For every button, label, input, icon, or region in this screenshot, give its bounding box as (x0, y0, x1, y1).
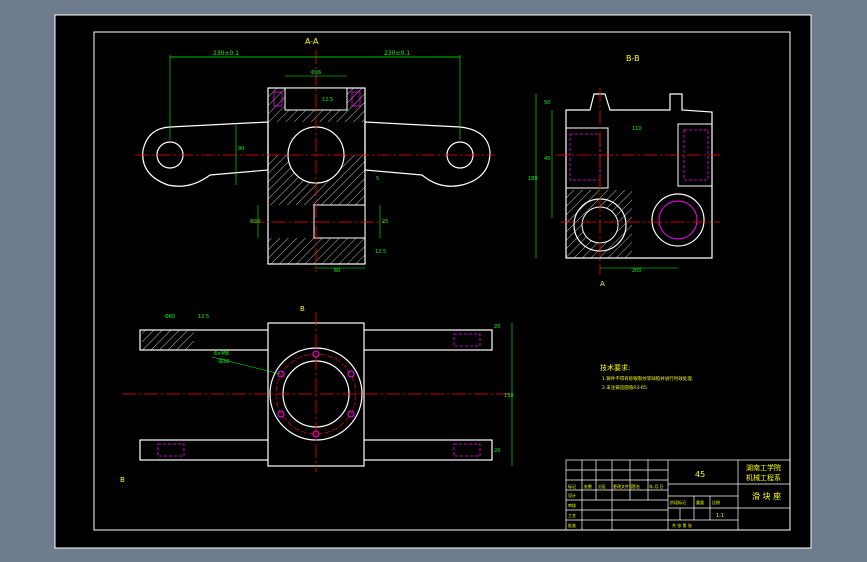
dim-bb-left-text: 45 (544, 156, 550, 162)
dim-height-text: 90 (238, 146, 244, 152)
title-block-row-0: 设计 (568, 492, 576, 498)
dim-ra-text: 12.5 (375, 249, 386, 255)
title-block-row-2: 工艺 (568, 513, 576, 518)
title-block-header-3: 更改文件号 (613, 483, 633, 489)
title-block-scale: 1:1 (716, 513, 724, 519)
title-block-material: 45 (695, 470, 705, 479)
plan-boss-text: Φ60 (165, 314, 175, 320)
notes-title: 技术要求: (600, 363, 630, 372)
section-aa-lower-bore (313, 204, 366, 239)
drawing-sheet (54, 14, 812, 549)
dim-bb-top-text: 50 (544, 100, 550, 106)
section-aa-label: A-A (305, 37, 319, 46)
title-block-school-1: 湖南工学院 (746, 463, 781, 472)
dim-slot-text: 12.5 (322, 97, 333, 103)
plan-holes-text: 6×M8 (214, 351, 229, 357)
title-block-stage-1: 重量 (696, 499, 704, 505)
dim-bb-total-text: 180 (528, 176, 538, 182)
plan-boss-hatch (142, 330, 194, 350)
title-block-header-5: 年.月.日 (649, 483, 664, 489)
plan-holes-depth-text: 深20 (218, 358, 229, 365)
title-block-part-name: 滑 块 座 (752, 491, 781, 501)
plan-dim-right-top: 20 (494, 324, 500, 330)
title-block-stage-2: 比例 (712, 499, 720, 505)
notes-item-2: 2.未注铸造圆角R3-R5. (602, 384, 648, 391)
dim-side-text: 25 (382, 219, 388, 225)
title-block-stage-0: 阶段标记 (670, 499, 686, 505)
plan-cut-label-top: B (300, 305, 305, 313)
section-bb-label: B-B (626, 54, 640, 63)
title-block-header-1: 处数 (584, 483, 592, 489)
dim-right-text: 230±0.1 (384, 50, 410, 57)
dim-hole-text: Φ30 (250, 219, 260, 225)
title-block-school-2: 机械工程系 (746, 473, 781, 482)
plan-cut-label-bottom: B (120, 476, 125, 484)
plan-dim-right-total: 150 (504, 393, 514, 399)
notes-item-1: 1.铸件不得有砂眼裂纹等缺陷并进行时效处理. (602, 375, 693, 382)
plan-dim-right-bottom: 20 (494, 448, 500, 454)
title-block-row-3: 批准 (568, 522, 576, 528)
dim-small-text: 5 (376, 176, 379, 182)
plan-ra-text: 12.5 (198, 314, 209, 320)
dim-bb-mid-text: 110 (632, 126, 642, 132)
dim-left-text: 230±0.1 (213, 50, 239, 57)
dim-top-text: Φ36 (311, 70, 321, 76)
title-block-header-0: 标记 (568, 483, 576, 489)
dim-bottom-text: 60 (334, 268, 340, 274)
title-block-sheet: 共 张 第 张 (672, 522, 692, 528)
title-block-header-2: 分区 (598, 483, 606, 489)
title-block-row-1: 审核 (568, 502, 576, 508)
dim-bb-bottom-text: 200 (632, 268, 642, 274)
section-bb-cut-label: A (600, 280, 605, 288)
title-block-header-4: 签名 (632, 483, 640, 489)
cad-drawing-canvas: A-A 230±0.1 230±0.1 Φ36 12.5 90 5 25 Φ30… (54, 14, 812, 549)
section-aa-hatch-bottom (268, 238, 365, 264)
